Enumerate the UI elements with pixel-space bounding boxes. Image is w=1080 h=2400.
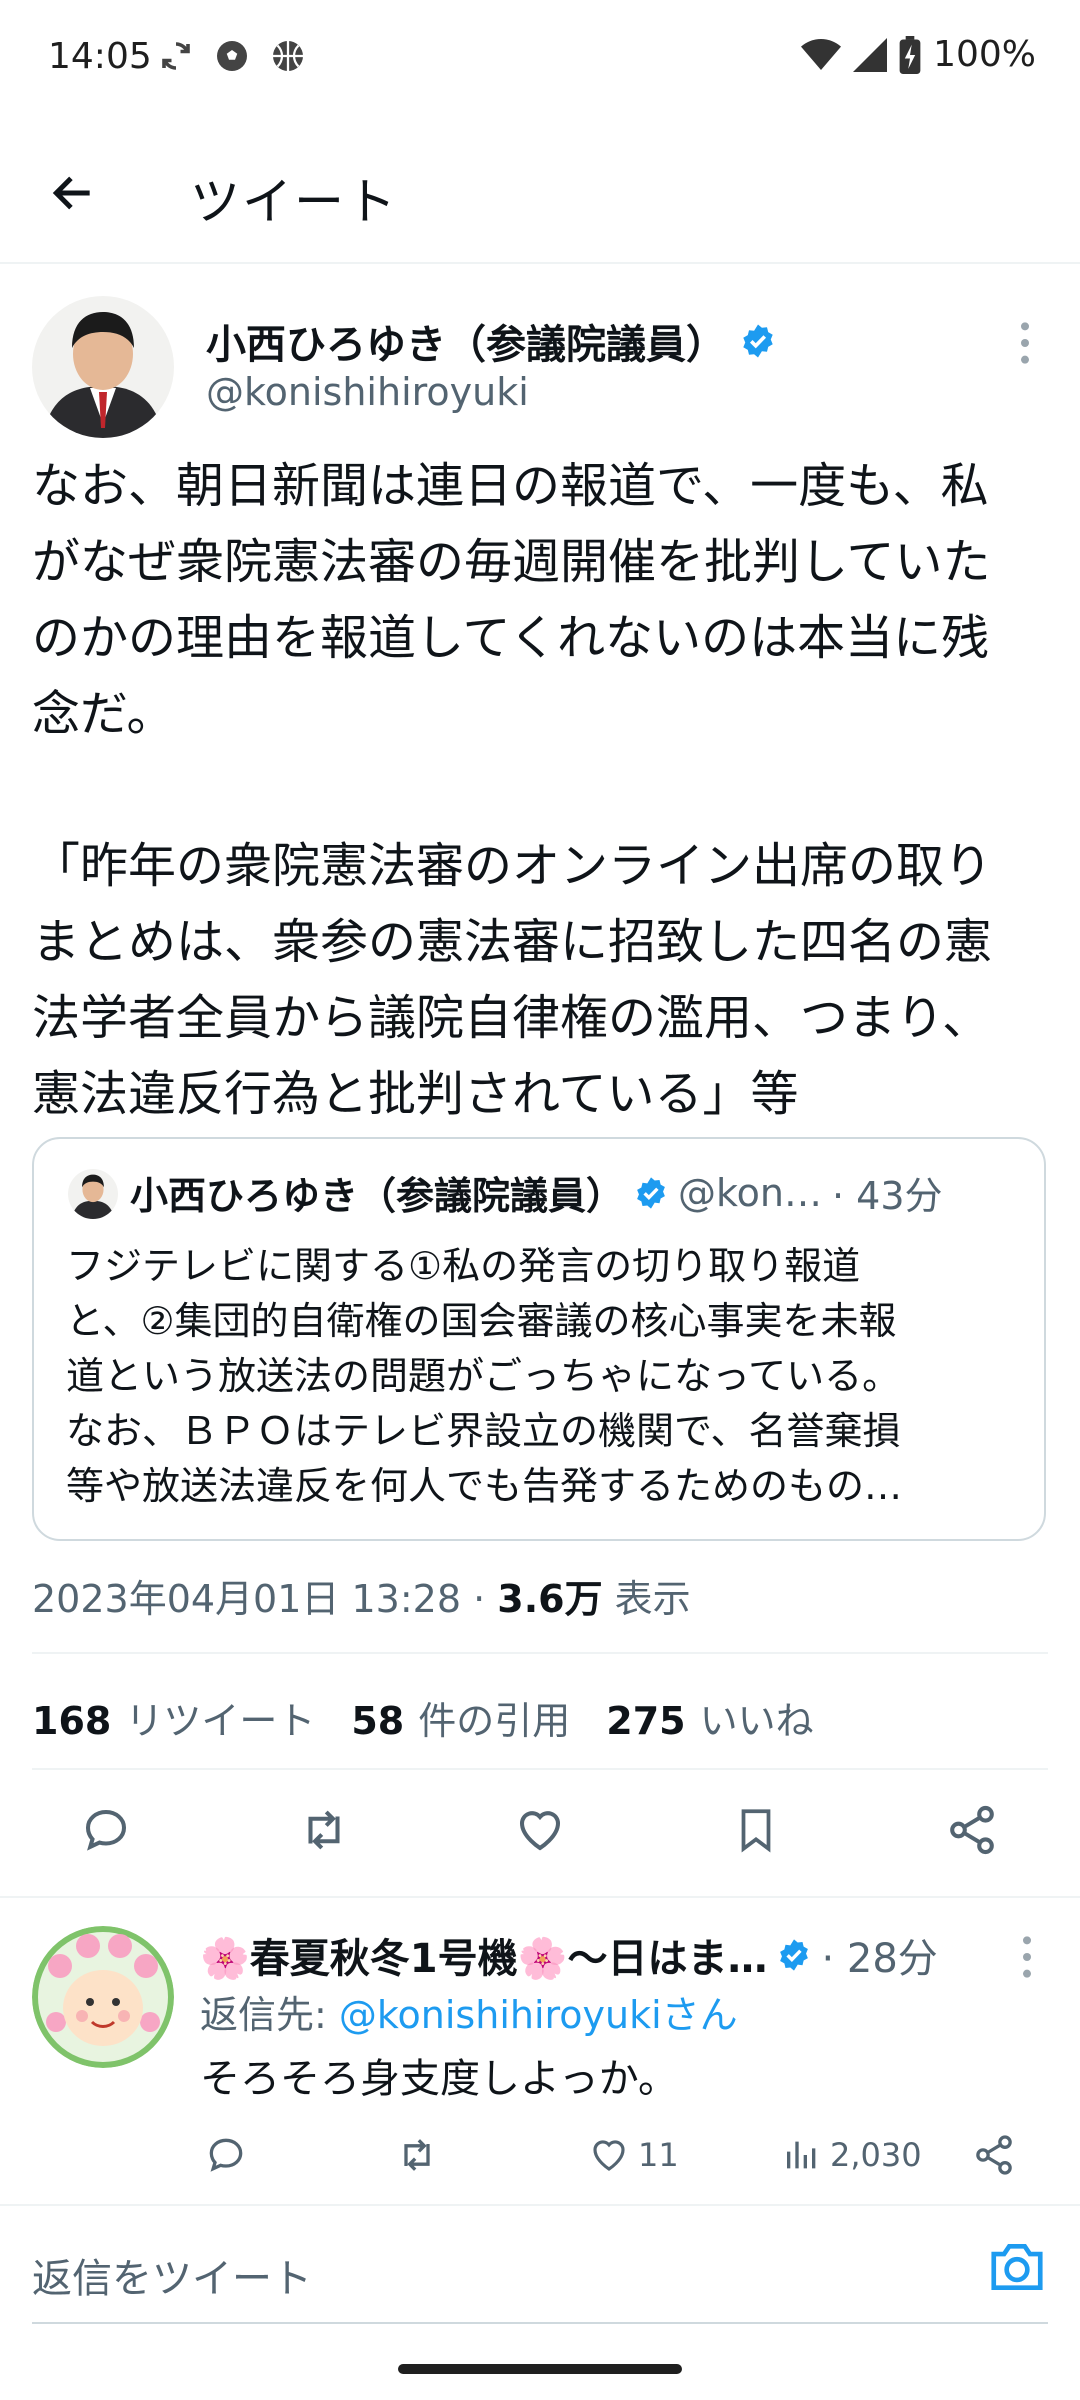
reply-author-name[interactable]: 🌸春夏秋冬1号機🌸～日はま… (200, 1926, 767, 1984)
reply-compose-bar: 返信をツイート (0, 2204, 1080, 2326)
reply-like-button[interactable]: 11 (588, 2120, 679, 2190)
reply-button[interactable] (66, 1790, 146, 1870)
quoted-tweet-card[interactable]: 小西ひろゆき（参議院議員） @kon… · 43分 フジテレビに関する①私の発言… (32, 1137, 1046, 1541)
author-name-row[interactable]: 小西ひろゆき（参議院議員） (206, 312, 776, 370)
likes-stat[interactable]: 275 いいね (606, 1690, 813, 1745)
more-options-button[interactable] (1010, 318, 1040, 368)
wifi-icon (801, 38, 842, 70)
reply-views-count: 2,030 (830, 2136, 922, 2174)
reply-to-prefix: 返信先: (200, 1993, 339, 2037)
verified-badge-icon (743, 324, 773, 358)
status-time: 14:05 (48, 36, 152, 77)
reply-share-button[interactable] (972, 2120, 1016, 2190)
camera-icon (991, 2244, 1043, 2290)
quoted-header: 小西ひろゆき（参議院議員） @kon… · 43分 (130, 1165, 943, 1220)
divider (32, 1768, 1048, 1770)
basketball-icon (273, 41, 303, 71)
reply-to-handle-link[interactable]: @konishihiroyukiさん (339, 1993, 738, 2037)
tweet-text: なお、朝日新聞は連日の報道で、一度も、私 がなぜ衆院憲法審の毎週開催を批判してい… (32, 458, 993, 1122)
divider (0, 1896, 1080, 1898)
soccer-ball-icon (217, 41, 247, 71)
verified-badge-icon (637, 1176, 665, 1209)
more-vertical-icon (1021, 322, 1029, 364)
battery-percent: 100% (933, 34, 1036, 75)
page-title: ツイート (190, 173, 398, 231)
retweet-button[interactable] (284, 1790, 364, 1870)
reply-compose-input[interactable]: 返信をツイート (32, 2246, 312, 2304)
app-header: ツイート (0, 120, 1080, 264)
quotes-count: 58 (351, 1699, 405, 1743)
views-count[interactable]: 3.6万 (497, 1577, 602, 1621)
quoted-timestamp: · 43分 (832, 1174, 943, 1218)
retweet-icon (404, 2139, 430, 2171)
camera-button[interactable] (986, 2236, 1048, 2298)
divider (32, 1652, 1048, 1654)
reply-text: そろそろ身支度しよっか。 (200, 2056, 678, 2102)
tweet-stats: 168 リツイート 58 件の引用 275 いいね (32, 1690, 814, 1745)
author-avatar[interactable] (32, 296, 174, 438)
likes-count: 275 (606, 1699, 686, 1743)
quoted-author-name: 小西ひろゆき（参議院議員） (130, 1174, 625, 1218)
quotes-label: 件の引用 (418, 1699, 571, 1743)
like-button[interactable] (500, 1790, 580, 1870)
reply-action-bar: 11 2,030 (0, 2120, 1080, 2190)
retweets-label: リツイート (125, 1699, 316, 1743)
reply-icon (85, 1809, 127, 1851)
retweets-count: 168 (32, 1699, 112, 1743)
views-label: 表示 (602, 1577, 691, 1621)
share-icon (950, 1805, 994, 1855)
status-notification-icons (158, 38, 306, 74)
author-name[interactable]: 小西ひろゆき（参議院議員） (206, 312, 726, 370)
battery-icon (899, 35, 921, 74)
verified-badge-icon (780, 1939, 809, 1971)
likes-label: いいね (699, 1699, 814, 1743)
reply-icon (209, 2138, 243, 2172)
author-handle[interactable]: @konishihiroyuki (206, 370, 529, 414)
share-button[interactable] (932, 1790, 1012, 1870)
status-system-icons: 100% (801, 34, 1036, 75)
reply-author-avatar[interactable] (32, 1926, 174, 2068)
quoted-tweet-text: フジテレビに関する①私の発言の切り取り報道 と、②集団的自衛権の国会審議の核心事… (66, 1244, 903, 1508)
quoted-author-handle: @kon… (678, 1170, 822, 1215)
back-arrow-icon (52, 176, 90, 210)
reply-timestamp: · 28分 (821, 1936, 938, 1982)
reply-retweet-button[interactable] (394, 2120, 440, 2190)
status-bar: 14:05 100% (0, 0, 1080, 120)
quotes-stat[interactable]: 58 件の引用 (351, 1690, 570, 1745)
compose-underline (32, 2322, 1048, 2324)
reply-header: 🌸春夏秋冬1号機🌸～日はま… · 28分 (200, 1926, 938, 1984)
tweet-action-bar (0, 1790, 1080, 1880)
quoted-author-avatar (68, 1169, 118, 1219)
bookmark-icon (741, 1809, 771, 1853)
views-chart-icon (787, 2141, 816, 2169)
signal-icon (853, 37, 888, 72)
tweet-meta: 2023年04月01日 13:28 · 3.6万 表示 (32, 1568, 691, 1623)
home-indicator[interactable] (398, 2364, 682, 2374)
heart-icon (519, 1811, 561, 1851)
heart-icon (593, 2140, 625, 2171)
sync-icon (162, 42, 190, 70)
more-vertical-icon (1023, 1936, 1031, 1978)
reply-reply-button[interactable] (204, 2120, 248, 2190)
share-icon (976, 2135, 1012, 2175)
bookmark-button[interactable] (716, 1790, 796, 1870)
retweets-stat[interactable]: 168 リツイート (32, 1690, 315, 1745)
back-button[interactable] (40, 160, 106, 226)
reply-to-line: 返信先: @konishihiroyukiさん (200, 1984, 738, 2039)
reply-more-options-button[interactable] (1012, 1932, 1042, 1982)
reply-like-count: 11 (638, 2136, 679, 2174)
tweet-timestamp: 2023年04月01日 13:28 · (32, 1577, 498, 1621)
reply-views-button[interactable]: 2,030 (782, 2120, 922, 2190)
retweet-icon (308, 1810, 340, 1850)
